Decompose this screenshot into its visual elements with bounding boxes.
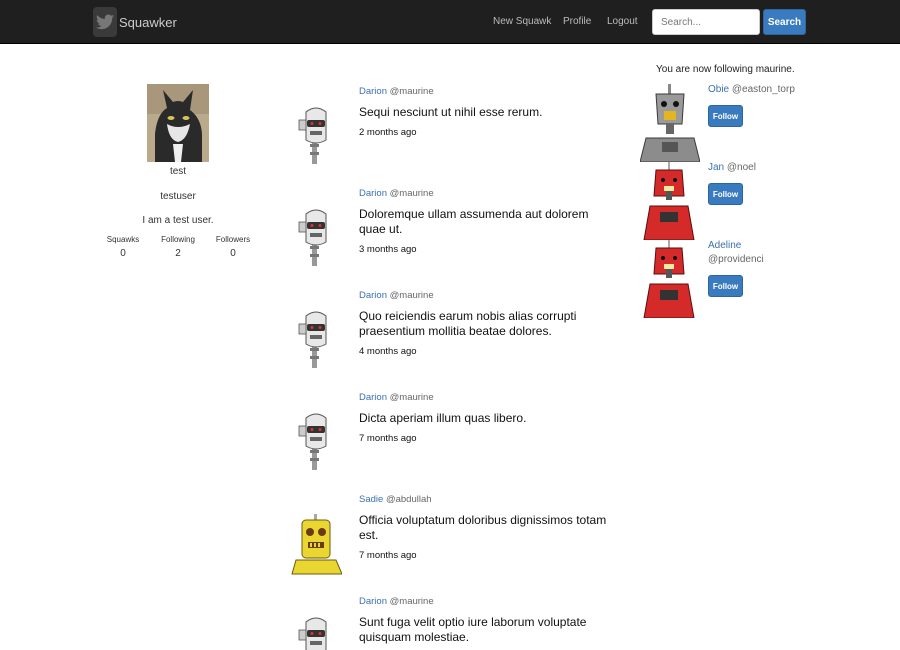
- profile-bio: I am a test user.: [142, 215, 214, 226]
- navbar: Squawker New Squawk Profile Logout Searc…: [0, 0, 900, 44]
- robot-avatar[interactable]: [290, 510, 342, 576]
- squawk-author[interactable]: Darion: [359, 86, 387, 97]
- squawk-time[interactable]: 7 months ago: [359, 433, 609, 444]
- squawk-item: Sadie @abdullah Officia voluptatum dolor…: [290, 494, 610, 596]
- squawk-item: Darion @maurine Sunt fuga velit optio iu…: [290, 596, 610, 650]
- twitter-bird-icon: [93, 7, 117, 37]
- robot-avatar[interactable]: [290, 412, 342, 470]
- squawk-text: Dicta aperiam illum quas libero.: [359, 411, 527, 425]
- follow-button[interactable]: Follow: [708, 183, 743, 205]
- robot-avatar[interactable]: [290, 208, 342, 266]
- stat-value: 0: [230, 248, 236, 259]
- follow-button[interactable]: Follow: [708, 275, 743, 297]
- suggestion-handle: @providenci: [708, 254, 764, 265]
- squawk-item: Darion @maurine Doloremque ullam assumen…: [290, 188, 610, 290]
- robot-avatar[interactable]: [290, 310, 342, 368]
- squawk-item: Darion @maurine Sequi nesciunt ut nihil …: [290, 86, 610, 188]
- stat-label: Following: [161, 235, 195, 244]
- stat-squawks: Squawks 0: [100, 235, 146, 259]
- squawk-author[interactable]: Darion: [359, 596, 387, 607]
- squawk-handle: @maurine: [389, 86, 434, 97]
- robot-avatar[interactable]: [640, 162, 700, 240]
- suggestion-name[interactable]: Jan: [708, 162, 724, 173]
- stat-followers: Followers 0: [210, 235, 256, 259]
- squawk-handle: @maurine: [389, 596, 434, 607]
- robot-avatar[interactable]: [290, 106, 342, 164]
- profile-stats: Squawks 0 Following 2 Followers 0: [100, 235, 256, 259]
- follow-notice: You are now following maurine.: [656, 64, 795, 75]
- squawk-text: Quo reiciendis earum nobis alias corrupt…: [359, 309, 577, 338]
- stat-label: Squawks: [106, 235, 140, 244]
- suggestion-name[interactable]: Adeline: [708, 240, 798, 251]
- squawk-handle: @maurine: [389, 290, 434, 301]
- stat-label: Followers: [215, 235, 251, 244]
- squawk-time[interactable]: 7 months ago: [359, 550, 609, 561]
- robot-avatar[interactable]: [640, 240, 700, 318]
- nav-logout[interactable]: Logout: [607, 16, 638, 27]
- nav-profile[interactable]: Profile: [563, 16, 591, 27]
- squawk-item: Darion @maurine Quo reiciendis earum nob…: [290, 290, 610, 392]
- robot-avatar[interactable]: [640, 84, 700, 162]
- stat-value: 0: [120, 248, 126, 259]
- profile-username: testuser: [160, 191, 196, 202]
- suggestion-handle: @noel: [726, 162, 756, 173]
- profile-card: test testuser I am a test user. Squawks …: [100, 84, 256, 259]
- squawk-handle: @maurine: [389, 392, 434, 403]
- squawk-feed: Darion @maurine Sequi nesciunt ut nihil …: [290, 86, 610, 650]
- follow-button[interactable]: Follow: [708, 105, 743, 127]
- brand[interactable]: Squawker: [93, 7, 177, 37]
- search-input[interactable]: [652, 9, 760, 35]
- suggestion-handle: @easton_torp: [731, 84, 795, 95]
- squawk-text: Doloremque ullam assumenda aut dolorem q…: [359, 207, 589, 236]
- squawk-handle: @abdullah: [385, 494, 432, 505]
- nav-new-squawk[interactable]: New Squawk: [493, 16, 551, 27]
- squawk-author[interactable]: Darion: [359, 188, 387, 199]
- squawk-time[interactable]: 2 months ago: [359, 127, 609, 138]
- squawk-author[interactable]: Darion: [359, 392, 387, 403]
- stat-value: 2: [175, 248, 181, 259]
- squawk-text: Sunt fuga velit optio iure laborum volup…: [359, 615, 587, 644]
- squawk-item: Darion @maurine Dicta aperiam illum quas…: [290, 392, 610, 494]
- squawk-time[interactable]: 3 months ago: [359, 244, 609, 255]
- squawk-handle: @maurine: [389, 188, 434, 199]
- profile-photo: [147, 84, 209, 162]
- brand-name: Squawker: [119, 14, 177, 30]
- squawk-author[interactable]: Sadie: [359, 494, 383, 505]
- squawk-text: Sequi nesciunt ut nihil esse rerum.: [359, 105, 543, 119]
- search-button[interactable]: Search: [763, 9, 806, 35]
- robot-avatar[interactable]: [290, 616, 342, 650]
- squawk-author[interactable]: Darion: [359, 290, 387, 301]
- suggestion-name[interactable]: Obie: [708, 84, 729, 95]
- profile-name: test: [169, 166, 187, 177]
- stat-following: Following 2: [155, 235, 201, 259]
- squawk-text: Officia voluptatum doloribus dignissimos…: [359, 513, 607, 542]
- squawk-time[interactable]: 4 months ago: [359, 346, 609, 357]
